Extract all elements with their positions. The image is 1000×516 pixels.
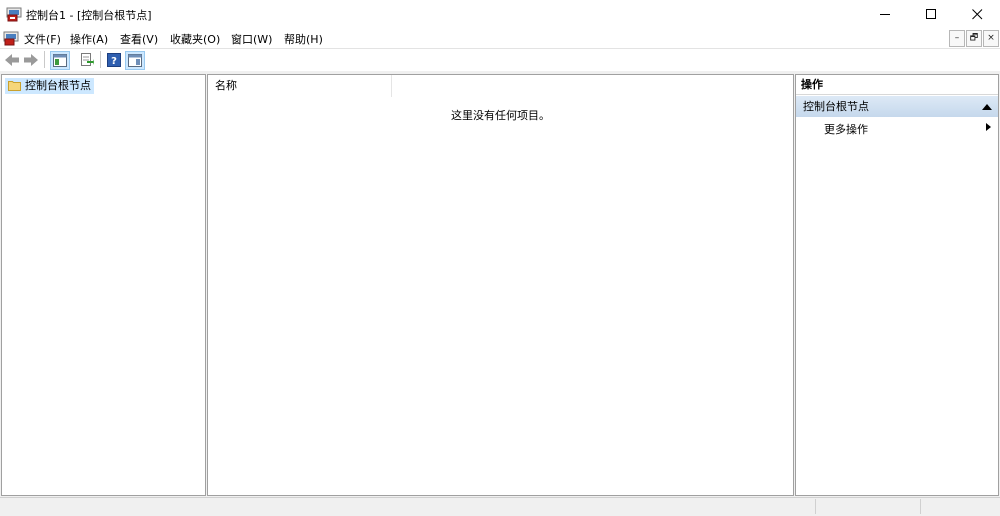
console-tree-pane[interactable]: 控制台根节点 — [1, 74, 206, 496]
back-button[interactable] — [3, 51, 21, 68]
action-pane-title: 操作 — [796, 75, 998, 95]
menu-help[interactable]: 帮助(H) — [282, 31, 325, 47]
export-list-icon — [81, 52, 94, 66]
status-cell — [815, 499, 816, 514]
menu-action[interactable]: 操作(A) — [68, 31, 110, 47]
status-cell — [920, 499, 921, 514]
minimize-icon — [879, 13, 890, 15]
close-button[interactable] — [954, 0, 1000, 28]
toolbar-separator — [100, 51, 101, 68]
result-list-pane[interactable]: 名称 这里没有任何项目。 — [207, 74, 794, 496]
back-arrow-icon — [5, 53, 19, 66]
forward-button[interactable] — [22, 51, 40, 68]
menu-favorites[interactable]: 收藏夹(O) — [168, 31, 222, 47]
maximize-icon — [925, 8, 936, 19]
mdi-close-button[interactable]: × — [983, 30, 999, 47]
mdi-minimize-button[interactable]: – — [949, 30, 965, 47]
menu-view[interactable]: 查看(V) — [118, 31, 160, 47]
more-actions-item[interactable]: 更多操作 — [824, 121, 868, 137]
folder-icon — [8, 81, 21, 91]
menu-window[interactable]: 窗口(W) — [229, 31, 274, 47]
show-hide-action-pane-icon — [128, 54, 142, 67]
toolbar — [0, 48, 1000, 72]
show-hide-tree-icon — [53, 54, 67, 67]
status-bar — [0, 497, 1000, 516]
window-title: 控制台1 - [控制台根节点] — [26, 9, 152, 22]
submenu-arrow-icon[interactable] — [986, 123, 991, 131]
help-button[interactable]: ? — [105, 51, 123, 68]
toolbar-separator — [44, 51, 45, 68]
action-section-header[interactable]: 控制台根节点 — [796, 96, 998, 117]
action-section-label: 控制台根节点 — [803, 100, 869, 113]
tree-node-label: 控制台根节点 — [25, 79, 91, 92]
console-icon[interactable] — [3, 30, 19, 46]
menu-file[interactable]: 文件(F) — [22, 31, 63, 47]
console-icon — [6, 7, 22, 22]
forward-arrow-icon — [24, 53, 38, 66]
export-list-button[interactable] — [78, 51, 96, 68]
minimize-button[interactable] — [862, 0, 908, 28]
empty-list-message: 这里没有任何项目。 — [451, 109, 550, 122]
mdi-restore-button[interactable]: 🗗 — [966, 30, 982, 47]
svg-text:?: ? — [111, 56, 117, 67]
column-header-name[interactable]: 名称 — [208, 75, 392, 97]
show-hide-tree-button[interactable] — [50, 51, 70, 70]
close-icon — [971, 8, 982, 19]
action-pane: 操作 控制台根节点 更多操作 — [795, 74, 999, 496]
tree-node-root[interactable]: 控制台根节点 — [5, 78, 94, 94]
help-icon: ? — [107, 52, 121, 67]
collapse-up-icon[interactable] — [982, 104, 992, 110]
maximize-button[interactable] — [908, 0, 954, 28]
show-hide-action-pane-button[interactable] — [125, 51, 145, 70]
